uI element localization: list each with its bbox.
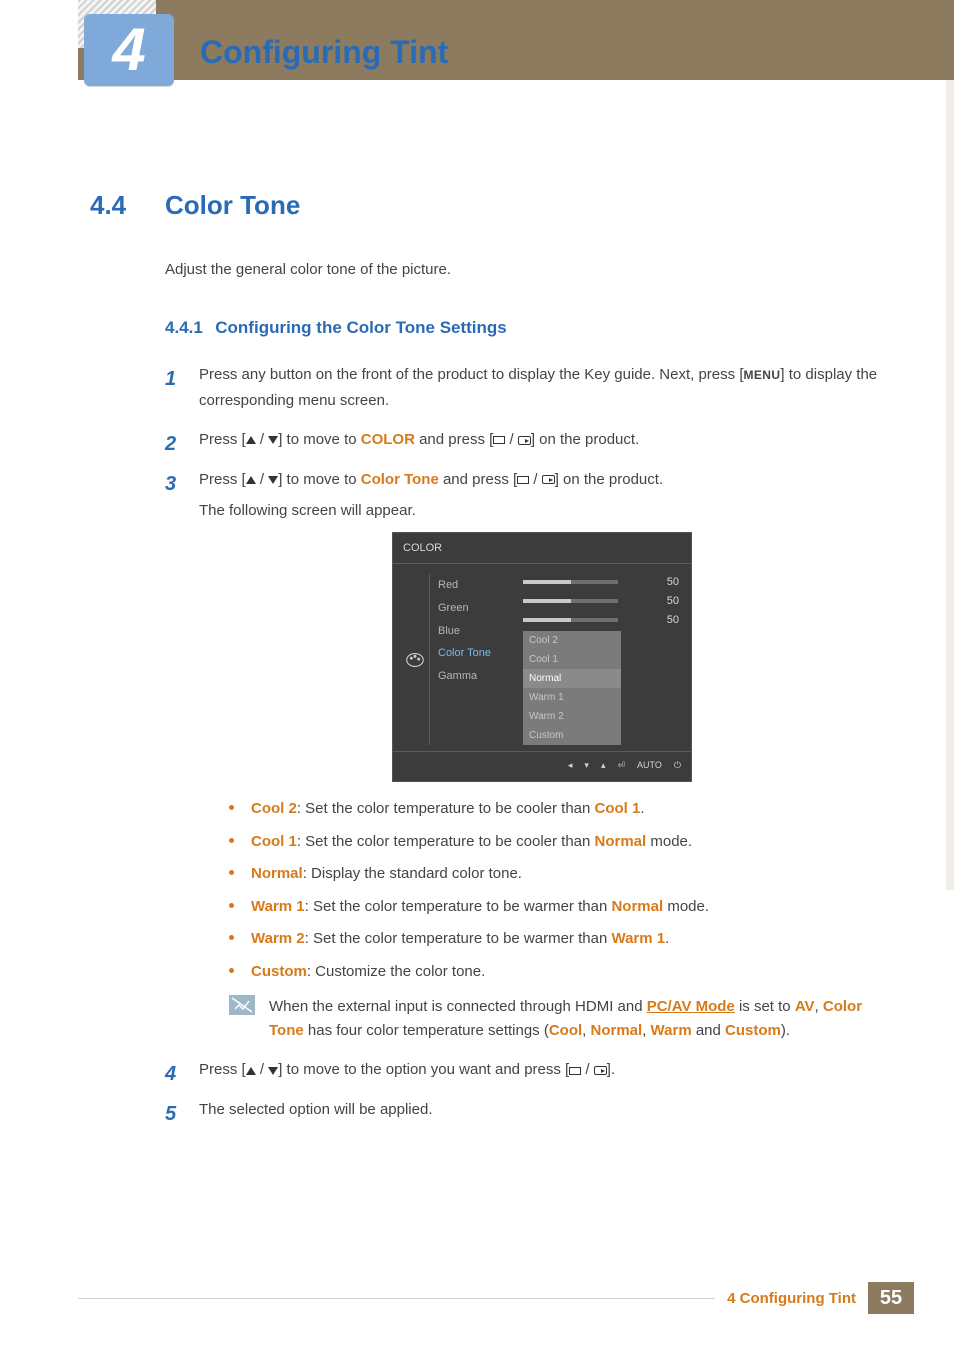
note-icon xyxy=(229,995,255,1043)
step-text: The selected option will be applied. xyxy=(199,1101,432,1118)
section-header: 4.4 Color Tone xyxy=(90,190,885,221)
desc-custom: Custom: Customize the color tone. xyxy=(229,961,885,984)
page-number: 55 xyxy=(868,1282,914,1314)
step-text: Press any button on the front of the pro… xyxy=(199,366,743,383)
osd-enter-icon: ⏎ xyxy=(617,758,625,773)
osd-option-warm1: Warm 1 xyxy=(523,688,621,707)
step-3-followup: The following screen will appear. xyxy=(199,498,885,524)
keyword-color: COLOR xyxy=(361,431,415,448)
enter-icon xyxy=(594,1066,607,1075)
step-text: Press [ xyxy=(199,431,246,448)
step-1: 1 Press any button on the front of the p… xyxy=(165,362,885,413)
step-text: ] to move to the option you want and pre… xyxy=(278,1061,569,1078)
link-pcav-mode[interactable]: PC/AV Mode xyxy=(647,998,735,1015)
desc-cool1: Cool 1: Set the color temperature to be … xyxy=(229,831,885,854)
step-text: ] on the product. xyxy=(555,471,663,488)
footer-rule xyxy=(78,1298,715,1299)
chapter-number: 4 xyxy=(112,20,145,80)
osd-menu-list: Red Green Blue Color Tone Gamma xyxy=(429,574,509,745)
source-icon xyxy=(517,476,529,484)
osd-title: COLOR xyxy=(393,533,691,565)
note-text: When the external input is connected thr… xyxy=(269,995,885,1043)
osd-dropdown: Cool 2 Cool 1 Normal Warm 1 Warm 2 Custo… xyxy=(523,631,621,745)
osd-down-icon: ▾ xyxy=(584,758,589,773)
desc-warm2: Warm 2: Set the color temperature to be … xyxy=(229,928,885,951)
osd-option-normal: Normal xyxy=(523,669,621,688)
step-text: ] to move to xyxy=(278,431,361,448)
up-arrow-icon xyxy=(246,1067,256,1075)
subsection-number: 4.4.1 xyxy=(165,318,203,338)
osd-menu-gamma: Gamma xyxy=(438,665,509,688)
step-5: 5 The selected option will be applied. xyxy=(165,1097,885,1123)
osd-back-icon: ◂ xyxy=(568,758,573,773)
chapter-title: Configuring Tint xyxy=(200,34,448,71)
osd-option-cool1: Cool 1 xyxy=(523,650,621,669)
enter-icon xyxy=(518,436,531,445)
page-footer: 4 Configuring Tint 55 xyxy=(78,1282,914,1314)
desc-cool2: Cool 2: Set the color temperature to be … xyxy=(229,798,885,821)
osd-palette-icon xyxy=(401,574,429,745)
step-text: Press [ xyxy=(199,1061,246,1078)
osd-up-icon: ▴ xyxy=(601,758,606,773)
note-block: When the external input is connected thr… xyxy=(229,995,885,1043)
down-arrow-icon xyxy=(268,436,278,444)
footer-chapter-label: 4 Configuring Tint xyxy=(727,1290,856,1307)
step-4: 4 Press [ / ] to move to the option you … xyxy=(165,1057,885,1083)
keyword-color-tone: Color Tone xyxy=(361,471,439,488)
subsection-header: 4.4.1 Configuring the Color Tone Setting… xyxy=(165,318,885,338)
osd-option-custom: Custom xyxy=(523,726,621,745)
step-text: ] to move to xyxy=(278,471,361,488)
section-number: 4.4 xyxy=(90,190,165,221)
osd-power-icon: ⏻ xyxy=(674,758,681,773)
step-text: Press [ xyxy=(199,471,246,488)
osd-menu-colortone: Color Tone xyxy=(438,642,509,665)
subsection-title: Configuring the Color Tone Settings xyxy=(215,318,507,337)
chapter-number-box: 4 xyxy=(84,14,174,86)
osd-option-cool2: Cool 2 xyxy=(523,631,621,650)
step-text: and press [ xyxy=(415,431,493,448)
osd-bottom-icons: ◂ ▾ ▴ ⏎ AUTO ⏻ xyxy=(393,751,691,781)
osd-option-warm2: Warm 2 xyxy=(523,707,621,726)
osd-menu-red: Red xyxy=(438,574,509,597)
osd-menu-blue: Blue xyxy=(438,620,509,643)
step-text: ] on the product. xyxy=(531,431,639,448)
up-arrow-icon xyxy=(246,436,256,444)
osd-menu-green: Green xyxy=(438,597,509,620)
step-2: 2 Press [ / ] to move to COLOR and press… xyxy=(165,427,885,453)
option-descriptions: Cool 2: Set the color temperature to be … xyxy=(229,798,885,983)
source-icon xyxy=(569,1067,581,1075)
osd-value-green: 50 xyxy=(655,592,679,611)
source-icon xyxy=(493,436,505,444)
desc-normal: Normal: Display the standard color tone. xyxy=(229,863,885,886)
step-text: ]. xyxy=(607,1061,615,1078)
side-tab-strip xyxy=(946,80,954,890)
up-arrow-icon xyxy=(246,476,256,484)
osd-value-blue: 50 xyxy=(655,611,679,630)
step-3: 3 Press [ / ] to move to Color Tone and … xyxy=(165,467,885,1044)
osd-value-red: 50 xyxy=(655,573,679,592)
down-arrow-icon xyxy=(268,476,278,484)
osd-screenshot: COLOR Red Green Blue Color Tone Gamma 50 xyxy=(392,532,692,783)
step-text: and press [ xyxy=(439,471,517,488)
section-title: Color Tone xyxy=(165,190,300,221)
enter-icon xyxy=(542,475,555,484)
step-list: 1 Press any button on the front of the p… xyxy=(165,362,885,1122)
osd-auto-label: AUTO xyxy=(637,758,662,773)
section-intro-text: Adjust the general color tone of the pic… xyxy=(165,261,885,278)
menu-key-label: MENU xyxy=(743,368,780,382)
desc-warm1: Warm 1: Set the color temperature to be … xyxy=(229,896,885,919)
down-arrow-icon xyxy=(268,1067,278,1075)
